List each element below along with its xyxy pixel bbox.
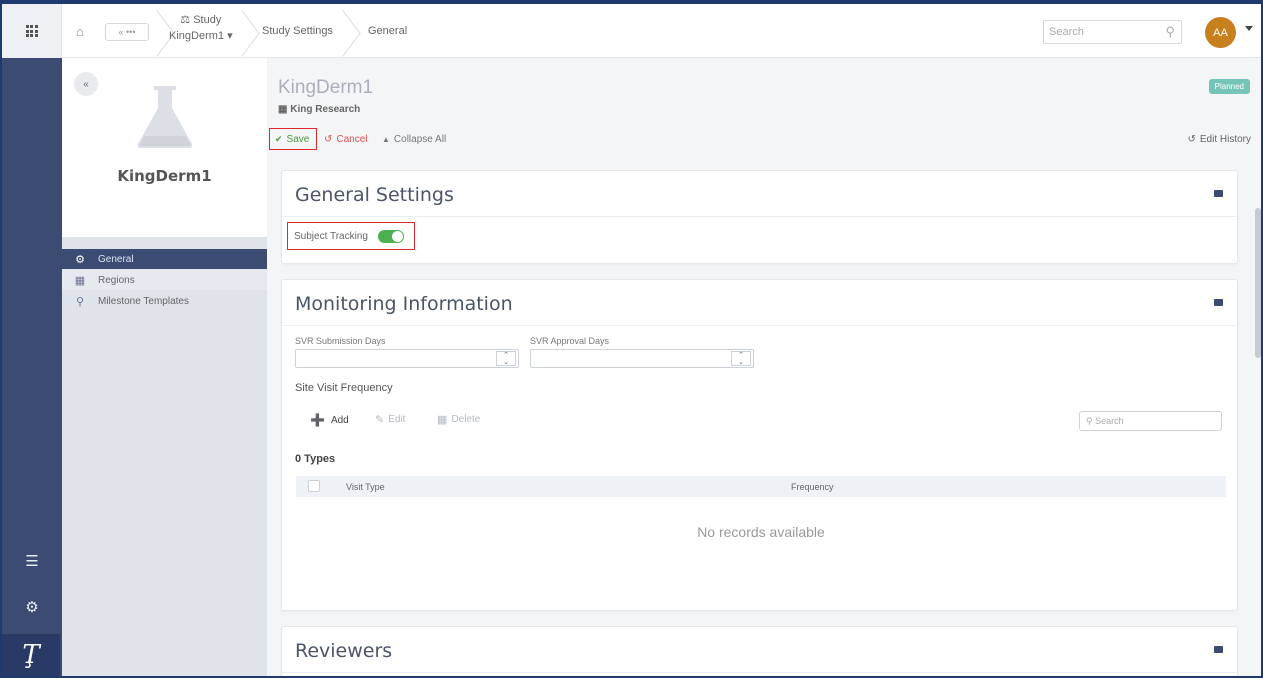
app-window: ☰ ⚙ Ţ ⌂ « ••• ⚖ Study KingDerm1 ▾ Study … [0,0,1263,678]
page-title: KingDerm1 [278,77,374,98]
add-button[interactable]: ➕ Add [310,413,349,427]
panel-title: Monitoring Information [295,293,513,315]
search-placeholder: Search [1049,26,1084,38]
pin-icon: ⚲ [75,295,85,308]
chevron-down-icon[interactable] [1245,26,1253,31]
stepper-arrows-icon[interactable]: ⌃ ⌄ [496,351,516,366]
sidebar-item-general[interactable]: ⚙ General [62,249,267,269]
cancel-button[interactable]: ↺ Cancel [324,128,368,150]
panel-title: General Settings [295,184,454,206]
collapse-panel-icon[interactable] [1214,646,1223,653]
gear-icon[interactable]: ⚙ [2,598,62,616]
check-circle-icon: ✔ [275,133,283,144]
sidebar-title: KingDerm1 [117,167,212,185]
edit-button[interactable]: ✎ Edit [375,413,405,426]
collapse-sidebar-button[interactable]: « [74,72,98,96]
flask-icon: ⚖ [180,14,191,26]
monitoring-information-panel: Monitoring Information SVR Submission Da… [281,279,1238,611]
left-rail: ☰ ⚙ Ţ [2,4,62,676]
avatar[interactable]: AA [1205,17,1236,48]
map-icon: ▦ [74,274,86,287]
svr-approval-stepper[interactable]: ⌃ ⌄ [530,349,754,368]
svr-submission-label: SVR Submission Days [295,336,386,346]
breadcrumb-separator [244,4,262,58]
edit-history-button[interactable]: ↺ Edit History [1187,128,1251,150]
reviewers-panel: Reviewers [281,626,1238,676]
home-icon[interactable]: ⌂ [76,24,84,39]
panel-header: General Settings [282,171,1237,217]
sidebar-item-label: Regions [98,274,135,286]
breadcrumb-study-settings[interactable]: Study Settings [262,25,333,37]
trash-icon: ▦ [437,414,448,426]
column-frequency[interactable]: Frequency [791,482,834,492]
gear-icon: ⚙ [75,253,85,266]
grid-search-input[interactable]: ⚲ Search [1079,411,1222,431]
type-count: 0 Types [295,453,336,465]
breadcrumb-general: General [368,25,408,37]
sidebar-header: « KingDerm1 [62,58,267,237]
undo-icon: ↺ [324,133,333,145]
sidebar-item-regions[interactable]: ▦ Regions [62,270,267,290]
grid-icon [25,25,38,37]
study-name: KingDerm1 [169,30,225,42]
subject-tracking-toggle[interactable] [377,229,404,243]
collapse-all-button[interactable]: ▲ Collapse All [382,128,446,150]
column-visit-type[interactable]: Visit Type [346,482,385,492]
svr-submission-stepper[interactable]: ⌃ ⌄ [295,349,519,368]
collapse-panel-icon[interactable] [1214,299,1223,306]
top-bar: ⌂ « ••• ⚖ Study KingDerm1 ▾ Study Settin… [62,4,1261,58]
history-icon: ↺ [1187,133,1196,145]
subject-tracking-label: Subject Tracking [294,230,368,242]
subject-tracking-field: Subject Tracking [287,222,415,250]
save-button[interactable]: ✔ Save [269,128,317,150]
panel-header: Reviewers [282,627,1237,673]
search-icon: ⚲ [1165,24,1175,39]
plus-circle-icon: ➕ [310,413,325,427]
grid-header: Visit Type Frequency [296,476,1226,497]
panel-header: Monitoring Information [282,280,1237,326]
sidebar-item-label: General [98,253,134,265]
svr-approval-label: SVR Approval Days [530,336,610,346]
collapse-panel-icon[interactable] [1214,190,1223,197]
organization-name: ▦ King Research [278,104,361,115]
empty-grid-message: No records available [697,524,825,540]
study-label: Study [193,14,222,26]
flask-icon [137,86,193,148]
search-icon: ⚲ [1086,416,1093,426]
sidebar-item-milestone-templates[interactable]: ⚲ Milestone Templates [62,291,267,311]
chevrons-up-icon: ▲ [382,134,390,144]
company-logo: Ţ [2,634,60,676]
breadcrumb-separator [345,4,363,58]
panel-title: Reviewers [295,640,393,662]
sidebar: « KingDerm1 ⚙ General ▦ Regions ⚲ Milest… [62,58,267,676]
scrollbar[interactable] [1255,208,1261,358]
status-badge: Planned [1208,79,1250,94]
study-selector[interactable]: ⚖ Study KingDerm1 ▾ [169,12,233,44]
main-content: KingDerm1 ▦ King Research Planned ✔ Save… [267,58,1261,676]
sidebar-item-label: Milestone Templates [98,295,189,307]
list-icon[interactable]: ☰ [2,552,62,570]
general-settings-panel: General Settings Subject Tracking [281,170,1238,264]
pencil-icon: ✎ [375,414,385,426]
global-search-input[interactable]: Search ⚲ [1043,20,1182,44]
stepper-arrows-icon[interactable]: ⌃ ⌄ [731,351,751,366]
site-visit-frequency-heading: Site Visit Frequency [295,382,393,394]
delete-button[interactable]: ▦ Delete [437,413,480,426]
apps-menu-button[interactable] [2,4,62,58]
select-all-checkbox[interactable] [308,480,320,492]
building-icon: ▦ [278,104,288,115]
